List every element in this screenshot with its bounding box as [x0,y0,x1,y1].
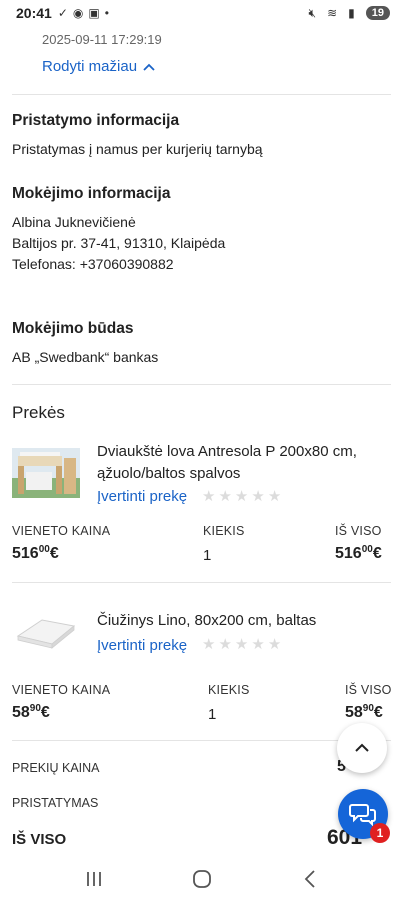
status-right: 🔇︎ ≋ ▮ 19 [309,6,390,21]
rate-product-link[interactable]: Įvertinti prekę [97,488,187,505]
divider [12,384,391,385]
shipping-label: PRISTATYMAS [12,796,99,810]
delivery-text: Pristatymas į namus per kurjerių tarnybą [12,141,263,157]
payment-info-heading: Mokėjimo informacija [12,185,171,202]
star-icon[interactable]: ★ [218,637,231,653]
star-icon[interactable]: ★ [235,489,248,505]
star-icon[interactable]: ★ [218,489,231,505]
status-time: 20:41 [16,5,52,21]
payer-name: Albina Juknevičienė [12,214,136,230]
payer-phone: Telefonas: +37060390882 [12,256,174,272]
unit-price-value: 5890€ [12,703,50,721]
dot-icon: • [104,6,109,20]
unit-price-label: VIENETO KAINA [12,683,111,697]
back-button[interactable] [290,864,330,894]
divider [12,582,391,583]
total-label: IŠ VISO [345,683,392,697]
quantity-value: 1 [208,706,217,723]
products-heading: Prekės [12,403,65,422]
star-icon[interactable]: ★ [268,637,281,653]
unit-price-value: 51600€ [12,544,59,562]
grand-total-label: IŠ VISO [12,831,67,848]
items-price-label: PREKIŲ KAINA [12,761,100,775]
order-timestamp: 2025-09-11 17:29:19 [42,32,162,47]
rating-stars[interactable]: ★ ★ ★ ★ ★ [202,489,281,505]
scroll-to-top-button[interactable] [337,723,387,773]
star-icon[interactable]: ★ [268,489,281,505]
total-value: 51600€ [335,544,382,562]
chat-notification-badge: 1 [370,823,390,843]
divider [12,94,391,95]
mute-icon: 🔇︎ [308,5,317,20]
delivery-heading: Pristatymo informacija [12,112,180,129]
rating-stars[interactable]: ★ ★ ★ ★ ★ [202,637,281,653]
show-less-link[interactable]: Rodyti mažiau [42,58,155,75]
show-less-label: Rodyti mažiau [42,58,138,75]
star-icon[interactable]: ★ [251,637,264,653]
product-name[interactable]: Dviaukštė lova Antresola P 200x80 cm, ąž… [97,441,387,485]
battery-icon: 19 [365,6,390,20]
star-icon[interactable]: ★ [202,637,215,653]
screenshot-icon: ▣ [88,6,100,20]
total-value: 5890€ [345,703,383,721]
payer-address: Baltijos pr. 37-41, 91310, Klaipėda [12,235,226,251]
chevron-up-icon [355,743,369,752]
recent-apps-button[interactable] [74,864,114,894]
total-label: IŠ VISO [335,524,382,538]
quantity-label: KIEKIS [203,524,245,538]
home-button[interactable] [182,864,222,894]
home-icon [193,869,211,888]
product-name[interactable]: Čiužinys Lino, 80x200 cm, baltas [97,610,387,632]
payment-method-heading: Mokėjimo būdas [12,320,134,337]
signal-icon: ▮ [348,6,355,20]
messenger-icon: ◉ [72,6,84,20]
rate-product-link[interactable]: Įvertinti prekę [97,637,187,654]
star-icon[interactable]: ★ [235,637,248,653]
bunk-bed-image[interactable] [12,448,80,498]
system-nav-bar [0,857,404,900]
mattress-image[interactable] [12,606,80,656]
wifi-icon: ≋ [327,6,338,20]
chevron-up-icon [143,63,155,71]
chat-bubbles-icon [349,804,376,826]
divider [12,740,391,741]
recent-apps-icon [87,871,101,886]
check-icon: ✓ [57,6,68,20]
star-icon[interactable]: ★ [251,489,264,505]
star-icon[interactable]: ★ [202,489,215,505]
status-bar: 20:41 ✓ ◉ ▣ • 🔇︎ ≋ ▮ 19 [0,0,404,26]
payment-method-text: AB „Swedbank“ bankas [12,349,159,365]
quantity-label: KIEKIS [208,683,250,697]
unit-price-label: VIENETO KAINA [12,524,111,538]
back-icon [304,869,315,888]
quantity-value: 1 [203,547,212,564]
order-details-page: 2025-09-11 17:29:19 Rodyti mažiau Prista… [0,0,404,857]
